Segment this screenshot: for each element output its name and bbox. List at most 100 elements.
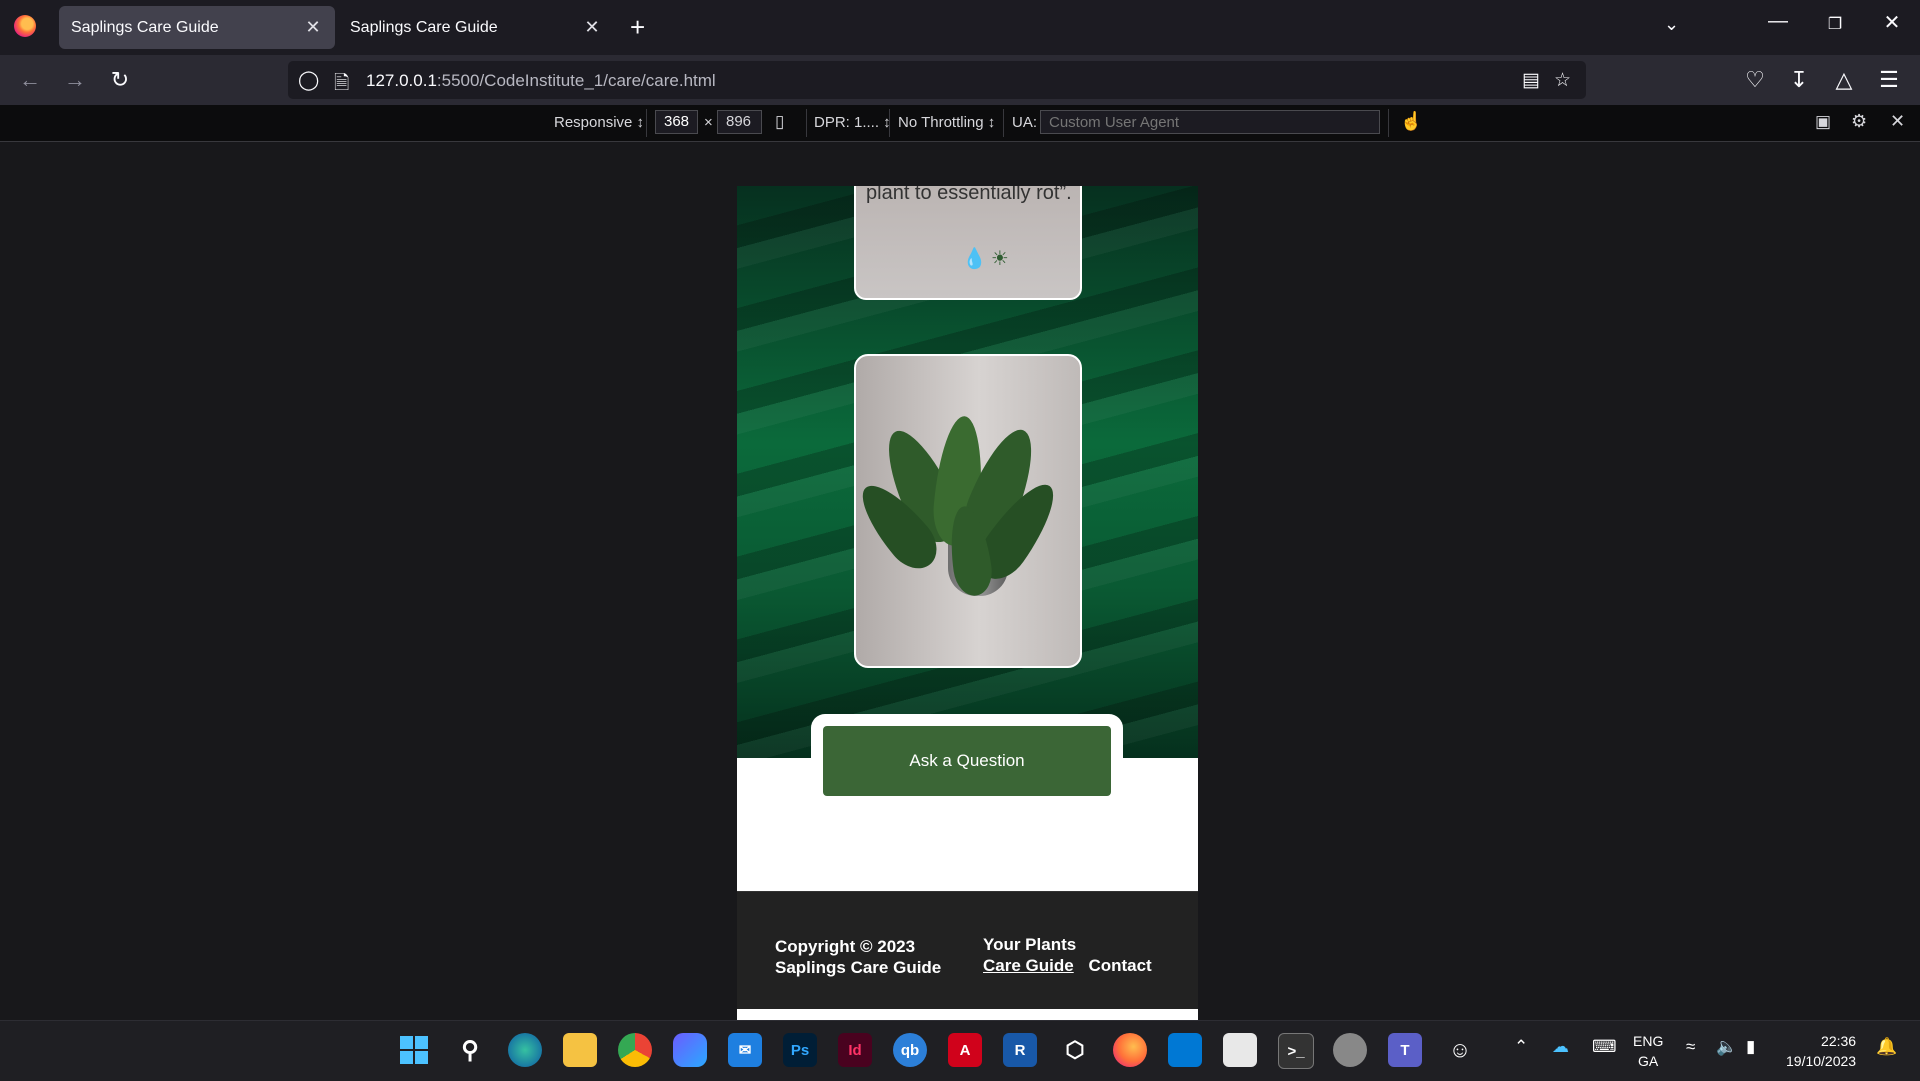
url-bar[interactable]: ◯ 🗎 127.0.0.1:5500/CodeInstitute_1/care/… (288, 61, 1586, 99)
footer-links: Your Plants Care Guide Contact (983, 934, 1152, 976)
new-tab-plus-icon[interactable]: + (630, 12, 645, 43)
terminal-icon[interactable]: >_ (1278, 1033, 1314, 1069)
revit-icon[interactable]: R (1003, 1033, 1037, 1067)
ask-question-container: Ask a Question (811, 714, 1123, 804)
page-icon: 🗎 (334, 73, 350, 94)
tab-label: Saplings Care Guide (350, 18, 498, 36)
ask-question-button[interactable]: Ask a Question (823, 726, 1111, 796)
divider (889, 109, 890, 137)
water-drop-percent-icon: 💧 (962, 248, 991, 270)
settings-gear-icon[interactable]: ⚙ (1851, 111, 1867, 132)
quickbooks-icon[interactable]: qb (893, 1033, 927, 1067)
search-icon[interactable]: ⚲ (453, 1033, 487, 1067)
bookmark-star-icon[interactable]: ☆ (1554, 69, 1571, 92)
windows-taskbar: ⚲ ✉ Ps Id qb A R ⬡ >_ T ☺ ⌃ ☁ ⌨ ENG GA ≈… (0, 1020, 1920, 1081)
restore-icon[interactable]: ❐ (1815, 14, 1855, 34)
viewport-width-input[interactable]: 368 (655, 110, 698, 134)
rotate-viewport-icon[interactable]: ▯ (775, 112, 784, 132)
care-icons: 💧☀ (962, 246, 1013, 271)
tab-saplings-care-guide-1[interactable]: Saplings Care Guide ✕ (59, 6, 335, 49)
emoji-app-icon[interactable]: ☺ (1443, 1033, 1477, 1067)
system-clock[interactable]: 22:36 19/10/2023 (1786, 1031, 1856, 1071)
drooping-plant-image (854, 354, 1082, 668)
reader-view-icon[interactable]: ▤ (1522, 69, 1540, 92)
sun-icon: ☀ (990, 248, 1013, 270)
care-card: plant to essentially rot”. 💧☀ (854, 186, 1082, 300)
photoshop-icon[interactable]: Ps (783, 1033, 817, 1067)
shield-icon[interactable]: ◯ (298, 69, 319, 92)
footer-link-contact[interactable]: Contact (1088, 955, 1151, 976)
forward-arrow-icon[interactable]: → (60, 67, 90, 93)
dimension-separator: × (704, 114, 713, 131)
volume-icon[interactable]: 🔈 (1716, 1037, 1737, 1057)
tab-label: Saplings Care Guide (71, 18, 219, 36)
viewport-height-input[interactable]: 896 (717, 110, 762, 134)
minimize-icon[interactable]: — (1758, 10, 1798, 33)
start-icon[interactable] (397, 1033, 431, 1067)
footer-bottom-strip (737, 1009, 1198, 1020)
clock-time: 22:36 (1821, 1033, 1857, 1049)
language-indicator[interactable]: ENG GA (1633, 1031, 1663, 1071)
reload-icon[interactable]: ↻ (105, 67, 135, 93)
copilot-icon[interactable] (673, 1033, 707, 1067)
dpr-selector[interactable]: DPR: 1.... ↕ (814, 114, 891, 131)
chrome-icon[interactable] (618, 1033, 652, 1067)
close-rdm-icon[interactable]: ✕ (1890, 111, 1905, 132)
divider (1388, 109, 1389, 137)
throttling-selector[interactable]: No Throttling ↕ (898, 114, 995, 131)
page-footer: Copyright © 2023 Saplings Care Guide You… (737, 891, 1198, 1010)
divider (1003, 109, 1004, 137)
device-viewport: plant to essentially rot”. 💧☀ Ask a Ques… (737, 186, 1198, 1020)
close-icon[interactable]: ✕ (582, 17, 602, 38)
downloads-icon[interactable]: ↧ (1784, 67, 1814, 93)
firefox-logo-icon[interactable] (14, 15, 36, 37)
footer-copyright: Copyright © 2023 Saplings Care Guide (775, 936, 965, 978)
window-close-icon[interactable]: ✕ (1872, 10, 1912, 35)
notifications-icon[interactable]: 🔔 (1876, 1037, 1897, 1057)
show-hidden-icons-chevron-icon[interactable]: ⌃ (1514, 1037, 1528, 1057)
firefox-icon[interactable] (1113, 1033, 1147, 1067)
divider (806, 109, 807, 137)
back-arrow-icon[interactable]: ← (15, 67, 45, 93)
ua-label: UA: (1012, 114, 1038, 131)
mail-icon[interactable]: ✉ (728, 1033, 762, 1067)
language-code: ENG (1633, 1033, 1664, 1049)
copyright-line: Copyright © 2023 (775, 937, 916, 956)
hero-background: plant to essentially rot”. 💧☀ (737, 186, 1198, 758)
teams-icon[interactable]: T (1388, 1033, 1422, 1067)
tab-strip: Saplings Care Guide ✕ Saplings Care Guid… (0, 0, 1920, 55)
divider (646, 109, 647, 137)
file-explorer-icon[interactable] (563, 1033, 597, 1067)
touch-simulation-icon[interactable]: ☝ (1400, 111, 1422, 132)
list-all-tabs-chevron-icon[interactable]: ⌄ (1664, 14, 1679, 35)
keyboard-layout: GA (1638, 1053, 1659, 1069)
notepad-icon[interactable] (1223, 1033, 1257, 1067)
battery-icon[interactable]: ▮ (1746, 1037, 1755, 1057)
menu-icon[interactable]: ☰ (1874, 67, 1904, 93)
device-selector[interactable]: Responsive ↕ (554, 114, 644, 131)
responsive-design-toolbar: Responsive ↕ 368 × 896 ▯ DPR: 1.... ↕ No… (0, 105, 1920, 142)
screenshot-camera-icon[interactable]: ▣ (1815, 112, 1831, 132)
extensions-icon[interactable]: △ (1829, 67, 1859, 93)
pocket-icon[interactable]: ♡ (1740, 67, 1770, 93)
vscode-icon[interactable] (1168, 1033, 1202, 1067)
edge-icon[interactable] (508, 1033, 542, 1067)
3d-viewer-icon[interactable]: ⬡ (1058, 1033, 1092, 1067)
navigation-toolbar: ← → ↻ ◯ 🗎 127.0.0.1:5500/CodeInstitute_1… (0, 55, 1920, 105)
responsive-viewport-area: plant to essentially rot”. 💧☀ Ask a Ques… (0, 142, 1920, 1020)
keyboard-icon[interactable]: ⌨ (1592, 1037, 1617, 1057)
footer-link-care-guide[interactable]: Care Guide (983, 955, 1074, 976)
wifi-icon[interactable]: ≈ (1686, 1037, 1695, 1057)
spiral-app-icon[interactable] (1333, 1033, 1367, 1067)
user-agent-input[interactable] (1040, 110, 1380, 134)
onedrive-icon[interactable]: ☁ (1552, 1037, 1569, 1057)
tab-saplings-care-guide-2[interactable]: Saplings Care Guide ✕ (338, 6, 614, 49)
footer-link-your-plants[interactable]: Your Plants (983, 934, 1076, 955)
clock-date: 19/10/2023 (1786, 1053, 1857, 1069)
autocad-icon[interactable]: A (948, 1033, 982, 1067)
care-card-text: plant to essentially rot”. (866, 186, 1072, 204)
copyright-site-name: Saplings Care Guide (775, 958, 942, 977)
url-text[interactable]: 127.0.0.1:5500/CodeInstitute_1/care/care… (366, 71, 716, 91)
close-icon[interactable]: ✕ (303, 17, 323, 38)
indesign-icon[interactable]: Id (838, 1033, 872, 1067)
